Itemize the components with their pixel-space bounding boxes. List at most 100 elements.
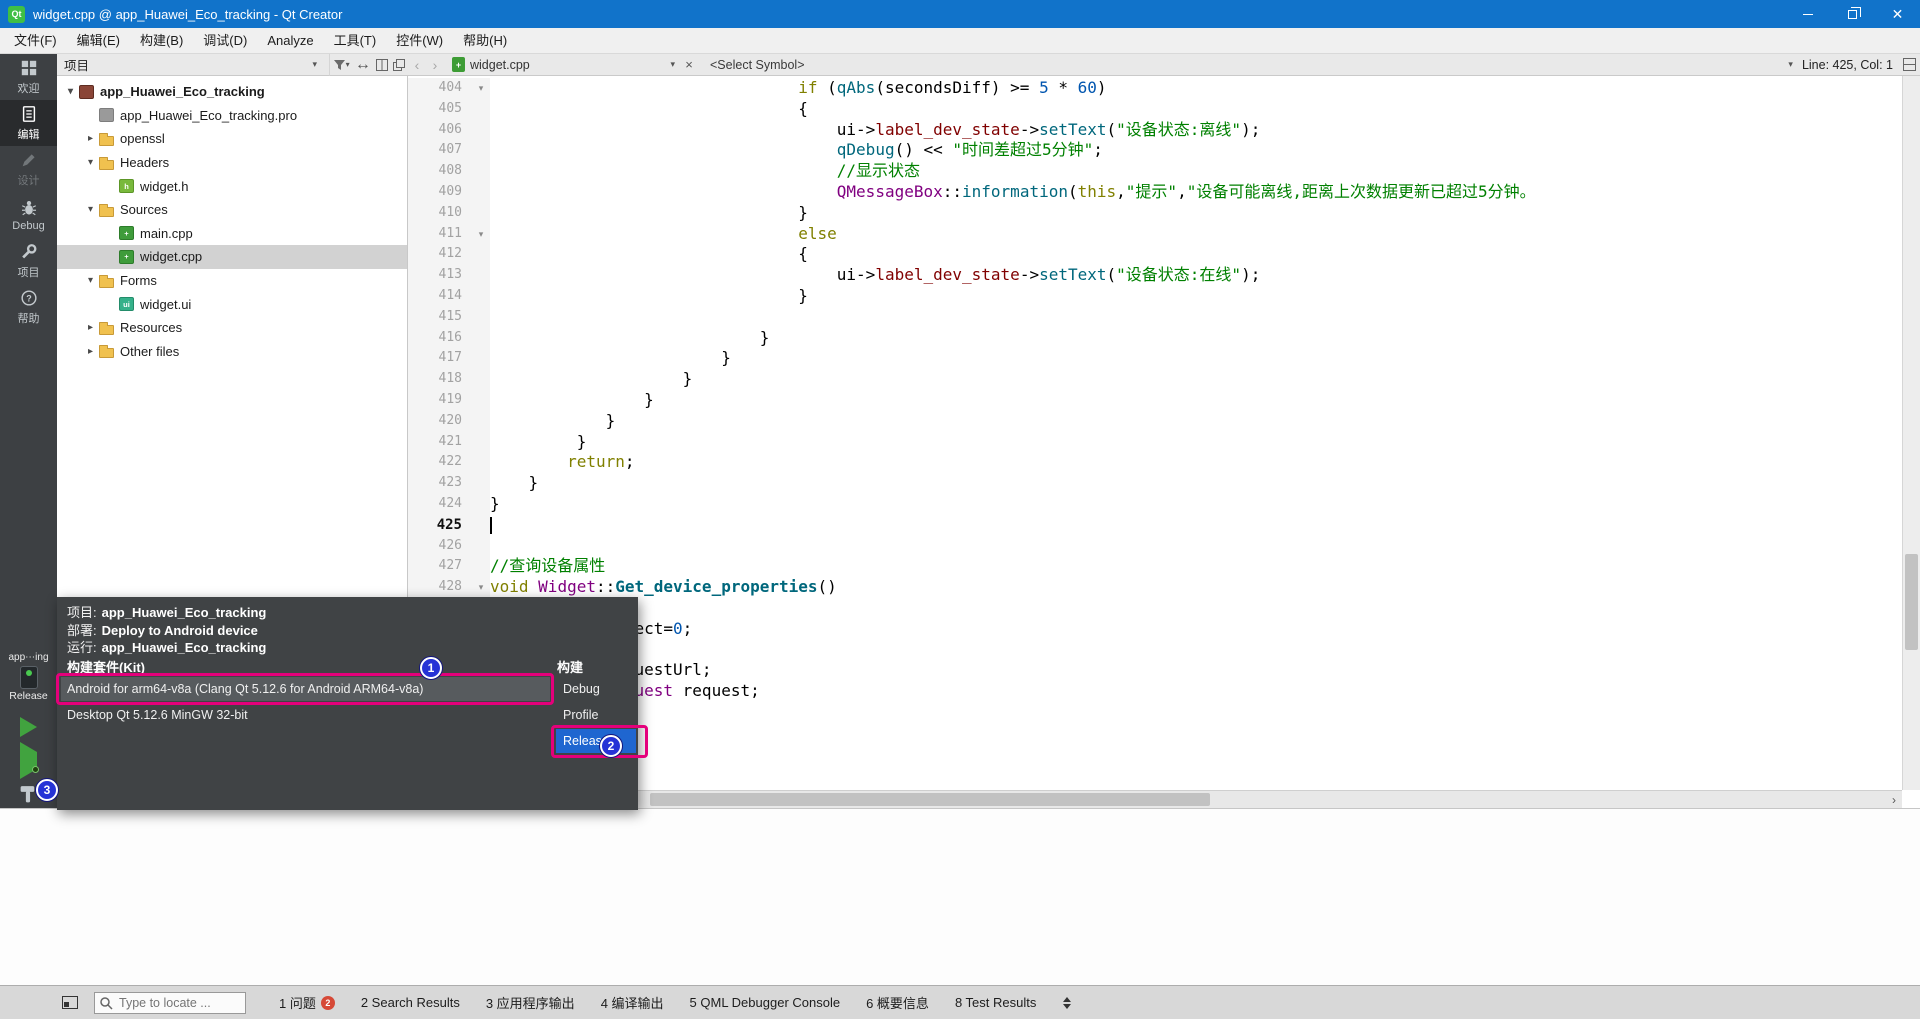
tree-item[interactable]: ▸ openssl [57, 127, 407, 151]
code-text[interactable]: } [490, 473, 539, 494]
mode-item-help[interactable]: ? 帮助 [0, 284, 57, 330]
output-pane-button-4[interactable]: 4 编译输出 [588, 986, 677, 1019]
debug-run-button[interactable] [0, 742, 57, 779]
float-icon[interactable] [393, 58, 406, 71]
code-text[interactable]: } [490, 286, 808, 307]
tree-arrow-icon[interactable]: ▸ [83, 133, 98, 144]
kit-selector-button[interactable]: Release [0, 666, 57, 710]
project-pane-selector[interactable]: 项目 ▾ [57, 54, 330, 76]
mode-item-edit[interactable]: 编辑 [0, 100, 57, 146]
output-window-icon[interactable] [62, 996, 78, 1009]
code-text[interactable]: qDebug() << "时间差超过5分钟"; [490, 140, 1103, 161]
scroll-right-icon[interactable]: › [1886, 791, 1902, 808]
fold-marker-icon[interactable]: ▾ [472, 577, 490, 598]
restore-button[interactable] [1830, 0, 1875, 28]
gutter-line-number[interactable]: 427 [408, 556, 472, 578]
tree-item[interactable]: ▾ app_Huawei_Eco_tracking [57, 80, 407, 104]
tree-item[interactable]: ui widget.ui [57, 292, 407, 316]
split-icon[interactable] [376, 58, 389, 71]
gutter-line-number[interactable]: 409 [408, 181, 472, 203]
forward-icon[interactable]: › [426, 57, 444, 73]
split-editor-icon[interactable] [1903, 58, 1916, 71]
code-text[interactable]: //查询设备属性 [490, 556, 605, 577]
build-config-option[interactable]: Profile [556, 703, 636, 727]
output-pane-button-2[interactable]: 2 Search Results [348, 986, 473, 1019]
tree-arrow-icon[interactable]: ▸ [83, 322, 98, 333]
gutter-line-number[interactable]: 405 [408, 98, 472, 120]
code-text[interactable]: return; [490, 452, 634, 473]
close-button[interactable]: ✕ [1875, 0, 1920, 28]
pane-updown-icon[interactable] [1063, 996, 1072, 1009]
vertical-scrollbar-thumb[interactable] [1905, 554, 1918, 650]
output-pane-button-3[interactable]: 3 应用程序输出 [473, 986, 588, 1019]
gutter-line-number[interactable]: 421 [408, 431, 472, 453]
tree-arrow-icon[interactable]: ▾ [83, 157, 98, 168]
gutter-line-number[interactable]: 418 [408, 369, 472, 390]
fold-marker-icon[interactable]: ▾ [472, 78, 490, 99]
menu-item-7[interactable]: 帮助(H) [453, 28, 517, 53]
output-pane-button-7[interactable]: 8 Test Results [942, 986, 1049, 1019]
gutter-line-number[interactable]: 416 [408, 327, 472, 349]
gutter-line-number[interactable]: 417 [408, 348, 472, 370]
sync-editor-icon[interactable]: ↔ [355, 56, 371, 74]
code-text[interactable]: //显示状态 [490, 161, 920, 182]
code-text[interactable]: } [490, 432, 587, 453]
code-text[interactable]: { [490, 99, 808, 120]
mode-item-design[interactable]: 设计 [0, 146, 57, 192]
vertical-scrollbar[interactable] [1902, 76, 1920, 790]
mode-item-debug[interactable]: Debug [0, 192, 57, 238]
code-text[interactable]: ui->label_dev_state->setText("设备状态:离线"); [490, 120, 1261, 141]
code-text[interactable]: } [490, 328, 770, 349]
locator[interactable] [94, 991, 246, 1014]
gutter-line-number[interactable]: 407 [408, 140, 472, 162]
output-pane-button-5[interactable]: 5 QML Debugger Console [677, 986, 854, 1019]
tree-arrow-icon[interactable]: ▾ [83, 204, 98, 215]
code-text[interactable]: { [490, 244, 808, 265]
gutter-line-number[interactable]: 422 [408, 452, 472, 474]
minimize-button[interactable] [1785, 0, 1830, 28]
code-text[interactable]: } [490, 369, 693, 390]
code-text[interactable]: if (qAbs(secondsDiff) >= 5 * 60) [490, 78, 1106, 99]
gutter-line-number[interactable]: 424 [408, 493, 472, 515]
gutter-line-number[interactable]: 414 [408, 285, 472, 307]
tree-arrow-icon[interactable]: ▾ [83, 275, 98, 286]
gutter-line-number[interactable]: 423 [408, 473, 472, 494]
tree-item[interactable]: ▾ Headers [57, 151, 407, 175]
build-config-option[interactable]: Debug [556, 677, 636, 701]
menu-item-3[interactable]: 调试(D) [193, 28, 257, 53]
locator-input[interactable] [94, 991, 246, 1014]
gutter-line-number[interactable]: 415 [408, 306, 472, 328]
menu-item-4[interactable]: Analyze [257, 28, 323, 53]
gutter-line-number[interactable]: 408 [408, 161, 472, 182]
tree-item[interactable]: ▾ Sources [57, 198, 407, 222]
back-icon[interactable]: ‹ [408, 57, 426, 73]
code-text[interactable]: } [490, 390, 654, 411]
close-tab-icon[interactable]: × [680, 57, 698, 72]
gutter-line-number[interactable]: 404 [408, 78, 472, 99]
menu-item-0[interactable]: 文件(F) [4, 28, 67, 53]
run-button[interactable] [0, 710, 57, 744]
menu-item-1[interactable]: 编辑(E) [67, 28, 130, 53]
gutter-line-number[interactable]: 425 [408, 514, 472, 536]
code-text[interactable]: } [490, 494, 500, 515]
code-text[interactable]: } [490, 203, 808, 224]
tree-item[interactable]: ▾ Forms [57, 269, 407, 293]
menu-item-2[interactable]: 构建(B) [130, 28, 193, 53]
gutter-line-number[interactable]: 411 [408, 223, 472, 245]
code-text[interactable]: } [490, 348, 731, 369]
gutter-line-number[interactable]: 412 [408, 244, 472, 266]
code-text[interactable]: QMessageBox::information(this,"提示","设备可能… [490, 182, 1536, 203]
tree-item[interactable]: app_Huawei_Eco_tracking.pro [57, 104, 407, 128]
output-pane-button-6[interactable]: 6 概要信息 [853, 986, 942, 1019]
gutter-line-number[interactable]: 413 [408, 265, 472, 286]
tree-arrow-icon[interactable]: ▸ [83, 346, 98, 357]
tree-item[interactable]: + widget.cpp [57, 245, 407, 269]
build-config-option[interactable]: Release [556, 729, 636, 753]
tree-item[interactable]: ▸ Resources [57, 316, 407, 340]
gutter-line-number[interactable]: 410 [408, 202, 472, 224]
menu-item-5[interactable]: 工具(T) [324, 28, 387, 53]
tree-item[interactable]: + main.cpp [57, 222, 407, 246]
mode-item-welcome[interactable]: 欢迎 [0, 54, 57, 100]
gutter-line-number[interactable]: 426 [408, 535, 472, 557]
gutter-line-number[interactable]: 419 [408, 389, 472, 411]
